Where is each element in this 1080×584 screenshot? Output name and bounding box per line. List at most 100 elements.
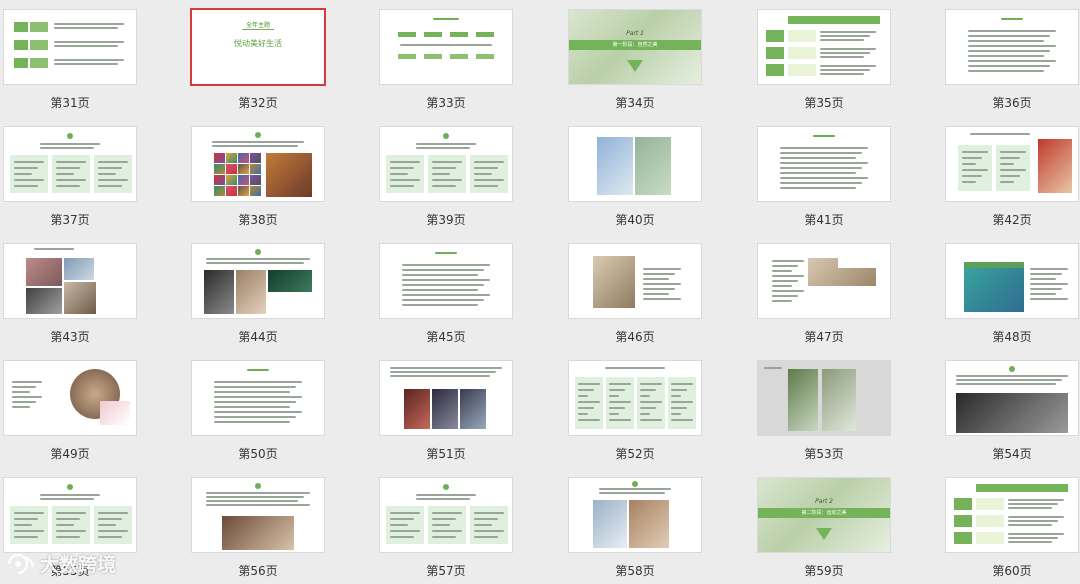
slide-thumbnail[interactable]: 第37页 xyxy=(2,117,172,227)
slide-preview[interactable] xyxy=(192,361,324,435)
slide-page-label: 第56页 xyxy=(238,564,278,578)
slide-preview[interactable] xyxy=(192,244,324,318)
down-arrow-icon xyxy=(627,60,643,72)
text-line xyxy=(54,41,124,43)
text-line xyxy=(214,416,296,418)
text-line xyxy=(671,407,687,409)
slide-preview[interactable] xyxy=(569,361,701,435)
slide-thumbnail[interactable]: 第35页 xyxy=(756,0,926,110)
slide-preview[interactable] xyxy=(946,478,1078,552)
slide-preview[interactable] xyxy=(4,478,136,552)
slide-preview[interactable] xyxy=(946,361,1078,435)
slide-thumbnail[interactable]: 第49页 xyxy=(2,351,172,461)
slide-preview[interactable] xyxy=(192,127,324,201)
slide-thumbnail[interactable]: 第50页 xyxy=(190,351,360,461)
slide-thumbnail[interactable]: 第36页 xyxy=(944,0,1080,110)
slide-thumbnail[interactable]: 第57页 xyxy=(378,468,548,578)
slide-preview[interactable] xyxy=(569,478,701,552)
slide-preview[interactable] xyxy=(380,127,512,201)
slide-preview[interactable]: 全年主题 悦动美好生活 xyxy=(192,10,324,84)
text-line xyxy=(432,530,462,532)
slide-preview[interactable] xyxy=(758,127,890,201)
flow-node xyxy=(476,32,494,37)
text-line xyxy=(968,35,1050,37)
flow-node xyxy=(450,32,468,37)
slide-preview[interactable] xyxy=(946,10,1078,84)
slide-thumbnail[interactable]: 第40页 xyxy=(567,117,737,227)
text-line xyxy=(1000,169,1026,171)
text-line xyxy=(772,270,792,272)
slide-preview[interactable] xyxy=(380,10,512,84)
slide-thumbnail[interactable]: 第38页 xyxy=(190,117,360,227)
slide-thumbnail[interactable]: 第45页 xyxy=(378,234,548,344)
text-line xyxy=(820,35,870,37)
text-line xyxy=(214,396,302,398)
text-line xyxy=(956,383,1056,385)
slide-preview[interactable]: Part 1 第一阶段：自然之美 xyxy=(569,10,701,84)
slide-thumbnail[interactable]: 第56页 xyxy=(190,468,360,578)
text-line xyxy=(416,498,470,500)
slide-page-label: 第53页 xyxy=(804,447,844,461)
slide-thumbnail[interactable]: 第48页 xyxy=(944,234,1080,344)
slide-thumbnail[interactable]: 第46页 xyxy=(567,234,737,344)
slide-thumbnail[interactable]: 第39页 xyxy=(378,117,548,227)
slide-thumbnail[interactable]: 第54页 xyxy=(944,351,1080,461)
slide-thumbnail[interactable]: 第47页 xyxy=(756,234,926,344)
text-line xyxy=(98,173,116,175)
slide-thumbnail[interactable]: 第60页 xyxy=(944,468,1080,578)
slide-preview[interactable] xyxy=(758,244,890,318)
text-line xyxy=(578,383,600,385)
slide-thumbnail[interactable]: 第33页 xyxy=(378,0,548,110)
slide-thumbnail[interactable]: Part 1 第一阶段：自然之美 第34页 xyxy=(567,0,737,110)
text-line xyxy=(578,401,600,403)
slide-photo xyxy=(1038,139,1072,193)
slide-preview[interactable]: Part 2 第二阶段：运动之美 xyxy=(758,478,890,552)
slide-preview[interactable] xyxy=(4,244,136,318)
slide-thumbnail[interactable]: 第31页 xyxy=(2,0,172,110)
slide-preview[interactable] xyxy=(192,478,324,552)
row-cell xyxy=(976,498,1004,510)
slide-thumbnail[interactable]: 第44页 xyxy=(190,234,360,344)
text-line xyxy=(780,187,856,189)
row-label xyxy=(30,40,48,50)
slide-preview[interactable] xyxy=(4,361,136,435)
slide-thumbnail[interactable]: 第53页 xyxy=(756,351,926,461)
slide-preview[interactable] xyxy=(380,361,512,435)
slide-thumbnail[interactable]: 第52页 xyxy=(567,351,737,461)
slide-thumbnail[interactable]: 第58页 xyxy=(567,468,737,578)
slide-preview[interactable] xyxy=(758,361,890,435)
slide-preview[interactable] xyxy=(4,10,136,84)
row-cell xyxy=(788,64,816,76)
slide-preview[interactable] xyxy=(758,10,890,84)
text-line xyxy=(820,65,876,67)
slide-page-label: 第38页 xyxy=(238,213,278,227)
text-line xyxy=(578,407,594,409)
slide-preview[interactable] xyxy=(569,127,701,201)
slide-thumbnail[interactable]: 第42页 xyxy=(944,117,1080,227)
slide-preview[interactable] xyxy=(4,127,136,201)
slide-photo xyxy=(214,175,225,185)
slide-preview[interactable] xyxy=(380,244,512,318)
text-line xyxy=(98,167,122,169)
text-line xyxy=(671,401,693,403)
flow-node xyxy=(398,32,416,37)
text-line xyxy=(640,401,662,403)
text-line xyxy=(56,185,80,187)
text-line xyxy=(968,60,1056,62)
flow-step xyxy=(450,54,468,59)
slide-preview[interactable] xyxy=(569,244,701,318)
slide-preview[interactable] xyxy=(380,478,512,552)
slide-thumbnail[interactable]: Part 2 第二阶段：运动之美 第59页 xyxy=(756,468,926,578)
slide-thumbnail[interactable]: 第51页 xyxy=(378,351,548,461)
slide-heading xyxy=(813,135,835,137)
text-line xyxy=(764,367,782,369)
slide-thumbnail[interactable]: 第43页 xyxy=(2,234,172,344)
slide-page-label: 第32页 xyxy=(238,96,278,110)
slide-preview[interactable] xyxy=(946,127,1078,201)
slide-preview[interactable] xyxy=(946,244,1078,318)
slide-thumbnail[interactable]: 全年主题 悦动美好生活第32页 xyxy=(190,0,360,110)
text-line xyxy=(609,407,625,409)
text-line xyxy=(402,294,490,296)
slide-thumbnail[interactable]: 第41页 xyxy=(756,117,926,227)
slide-title: 全年主题 xyxy=(245,22,270,29)
